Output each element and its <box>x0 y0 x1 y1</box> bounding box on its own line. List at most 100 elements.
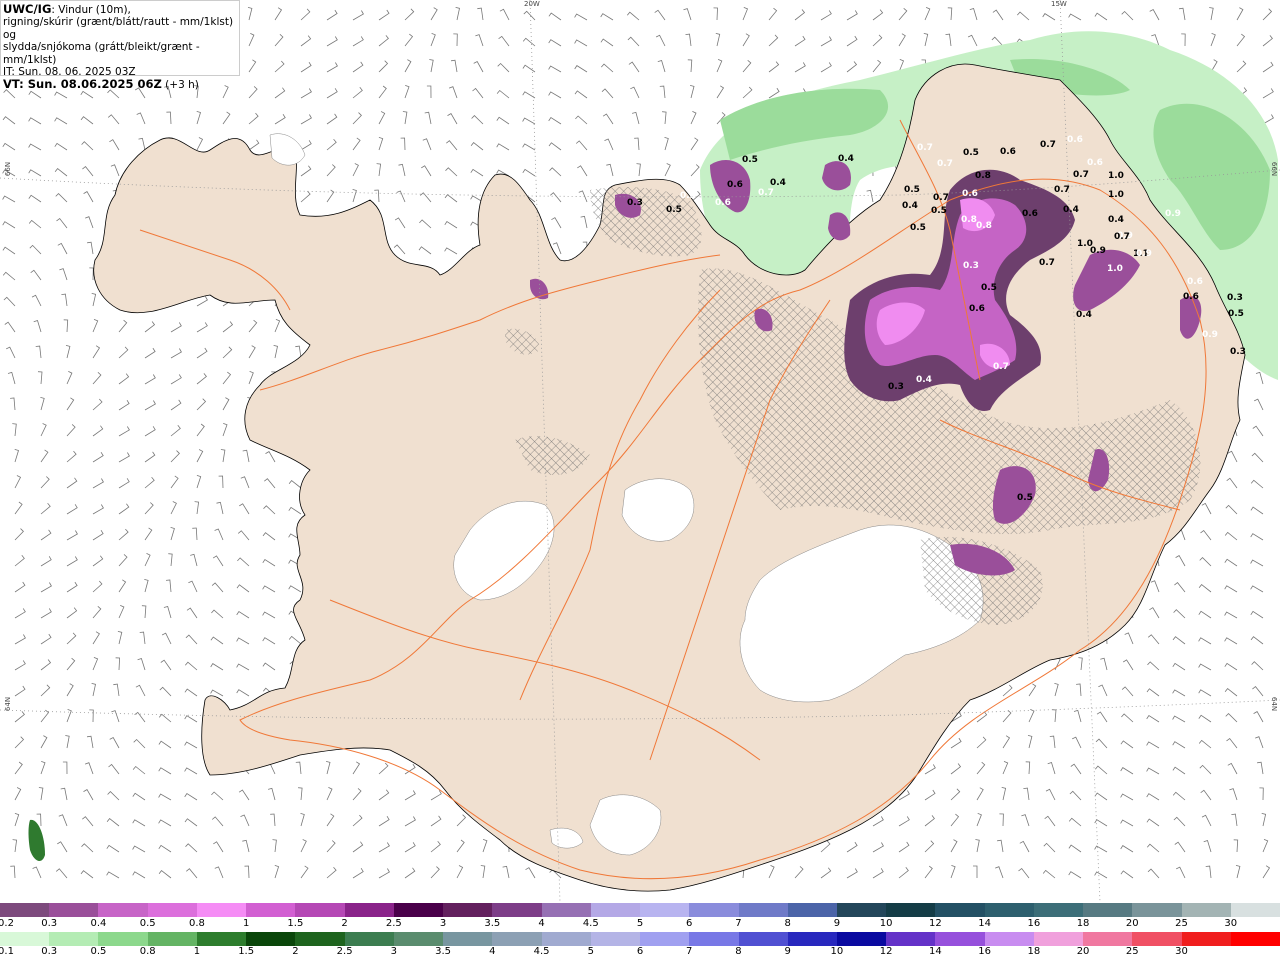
legend-snow-swatch <box>787 903 837 917</box>
legend-rain-label: 18 <box>1027 946 1041 957</box>
legend-rain-label: 0.1 <box>0 946 14 957</box>
legend-rain-label: 16 <box>978 946 991 957</box>
legend-rain-swatch <box>738 932 788 946</box>
legend-snow-label: 3 <box>439 918 447 929</box>
legend-rain-label: 2 <box>292 946 299 957</box>
contour-label: 0.3 <box>888 382 904 392</box>
legend-snow-swatch <box>590 903 641 917</box>
legend-snow-swatch <box>1132 903 1182 917</box>
contour-label: 0.7 <box>933 193 949 203</box>
contour-label: 0.3 <box>627 198 643 208</box>
legend-snow-label: 0.4 <box>90 918 107 929</box>
contour-label: 0.5 <box>1228 309 1244 319</box>
legend-rain-swatch <box>541 932 591 946</box>
legend-rain-label: 4.5 <box>533 946 550 957</box>
legend-rain-label: 14 <box>929 946 942 957</box>
legend-snow-label: 2 <box>341 918 348 929</box>
contour-label: 0.4 <box>916 375 932 385</box>
legend-snow-swatch <box>640 903 690 917</box>
legend-rain-swatch <box>295 932 345 946</box>
legend-snow-label: 8 <box>784 918 791 929</box>
contour-label: 1.0 <box>1107 264 1123 274</box>
contour-label: 0.4 <box>902 201 918 211</box>
legend-rain-label: 1.5 <box>238 946 255 957</box>
contour-label: 0.6 <box>715 198 731 208</box>
legend-rain-swatch <box>1181 932 1231 946</box>
legend-snow-label: 4 <box>538 918 545 929</box>
contour-label: 0.8 <box>976 221 992 231</box>
legend-snow-label: 3.5 <box>484 918 501 929</box>
contour-label: 0.3 <box>1230 347 1246 357</box>
contour-label: 0.7 <box>1039 258 1055 268</box>
contour-label: 0.4 <box>1063 205 1079 215</box>
legend-snow-swatch <box>1033 903 1084 917</box>
legend-snow-swatch <box>443 903 493 917</box>
legend-snow-label: 25 <box>1175 918 1188 929</box>
contour-label: 0.6 <box>969 304 985 314</box>
legend-snow-swatch <box>738 903 788 917</box>
contour-label: 0.5 <box>1017 493 1033 503</box>
legend-snow-label: 0.5 <box>139 918 156 929</box>
legend-rain-swatch <box>1083 932 1133 946</box>
contour-label: 0.7 <box>917 143 933 153</box>
contour-label: 0.6 <box>1000 147 1016 157</box>
legend-rain-colorbar <box>0 932 1280 946</box>
legend-rain-label: 6 <box>636 946 644 957</box>
legend-rain-swatch <box>836 932 887 946</box>
contour-label: 0.5 <box>963 148 979 158</box>
legend-snow-label: 0.2 <box>0 918 14 929</box>
contour-label: 1.0 <box>1108 171 1124 181</box>
legend-rain-labels: 0.1 0.3 0.5 0.8 1 1.5 2 2.5 3 3.5 4 4.5 5 6 7 8 9 10 12 14 1… <box>0 946 1280 960</box>
legend-rain-swatch <box>246 932 296 946</box>
legend-snow-swatch <box>836 903 887 917</box>
legend-rain-swatch <box>443 932 493 946</box>
legend-rain-label: 5 <box>587 946 594 957</box>
contour-label: 0.7 <box>1040 140 1056 150</box>
contour-label: 0.5 <box>904 185 920 195</box>
legend-snow-swatch <box>1181 903 1231 917</box>
legend-rain-swatch <box>98 932 148 946</box>
legend-snow-label: 5 <box>636 918 644 929</box>
legend-snow-label: 7 <box>735 918 742 929</box>
weather-map: 0.7 0.5 0.4 0.6 0.3 0.5 0.7 0.6 0.4 0.5 0.8 0.6 0.7 0… <box>0 0 1280 902</box>
legend-snow-colorbar <box>0 903 1280 917</box>
contour-label: 0.7 <box>1054 185 1070 195</box>
contour-label: 0.7 <box>993 362 1009 372</box>
legend-rain-swatch <box>590 932 641 946</box>
lat-label-64n-right: 64N <box>1270 696 1279 712</box>
contour-label: 0.3 <box>1227 293 1243 303</box>
legend-rain-label: 25 <box>1125 946 1139 957</box>
legend-rain-swatch <box>1033 932 1084 946</box>
legend-snow-label: 30 <box>1224 918 1238 929</box>
legend-snow-label: 20 <box>1125 918 1139 929</box>
title-variable: : Vindur (10m), <box>51 4 131 16</box>
legend-snow-swatch <box>935 903 985 917</box>
contour-label: 0.4 <box>1076 310 1092 320</box>
legend-snow-label: 12 <box>929 918 942 929</box>
legend-snow-label: 1.5 <box>287 918 304 929</box>
legend-rain-swatch <box>787 932 837 946</box>
contour-label: 0.9 <box>1202 330 1218 340</box>
contour-label: 0.5 <box>742 155 758 165</box>
lat-label-66n-left: 66N <box>4 161 13 177</box>
legend-snow-swatch <box>0 903 50 917</box>
legend-rain-swatch <box>49 932 99 946</box>
contour-label: 0.4 <box>838 154 854 164</box>
product-name: UWC/IG <box>3 2 52 16</box>
contour-label: 0.5 <box>931 206 947 216</box>
contour-label: 0.3 <box>963 261 979 271</box>
contour-label: 0.8 <box>961 215 977 225</box>
legend-snow-label: 1 <box>242 918 250 929</box>
contour-label: 0.6 <box>1087 158 1103 168</box>
legend-rain-swatch <box>886 932 936 946</box>
legend-rain-label: 7 <box>686 946 693 957</box>
legend-rain-label: 30 <box>1175 946 1188 957</box>
title-line-2: rigning/skúrir (grænt/blátt/rautt - mm/1… <box>3 16 234 41</box>
legend-rain-swatch <box>640 932 690 946</box>
legend-snow-swatch <box>393 903 444 917</box>
lon-label-20w: 20W <box>524 0 540 8</box>
contour-label: 0.9 <box>1165 209 1181 219</box>
map-title-box: UWC/IG: Vindur (10m), rigning/skúrir (gr… <box>0 0 240 91</box>
lon-label-15w: 15W <box>1051 0 1067 8</box>
legend-rain-swatch <box>393 932 444 946</box>
